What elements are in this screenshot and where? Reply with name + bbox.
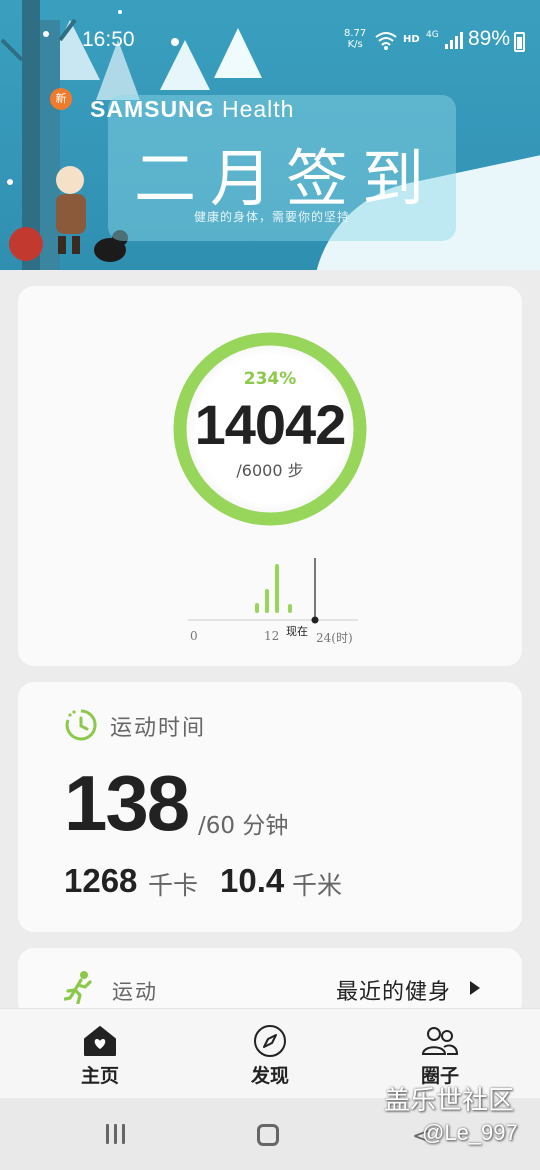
steps-card[interactable]: 234% 14042 /6000 步 0 12 24(时) 现在 [18, 286, 522, 666]
axis-label-end: 24(时) [316, 631, 353, 645]
hourly-bar [275, 564, 279, 613]
home-heart-icon [84, 1026, 116, 1056]
new-badge: 新 [50, 88, 72, 110]
axis-label-start: 0 [190, 629, 198, 643]
steps-goal: /6000 步 [236, 461, 304, 480]
steps-percent: 234% [243, 369, 297, 389]
brand-logo: SAMSUNG Health [90, 96, 295, 122]
calories-value: 1268 [64, 862, 138, 899]
hourly-bar [265, 589, 269, 613]
nav-item-home[interactable]: 主页 [10, 1009, 190, 1099]
recent-workouts-link[interactable]: 最近的健身 [336, 974, 451, 1006]
battery-icon [514, 32, 525, 52]
people-icon [421, 1027, 459, 1055]
hd-indicator: HD [403, 34, 420, 45]
net-speed: 8.77 K/s [344, 28, 367, 50]
battery-percent: 89% [468, 27, 511, 50]
status-time: 16:50 [82, 28, 135, 51]
banner-subtitle: 健康的身体，需要你的坚持 [194, 210, 351, 224]
calories-unit: 千卡 [148, 871, 199, 900]
hourly-bar [255, 603, 259, 613]
axis-label-mid: 12 [264, 629, 280, 643]
watermark-community: 盖乐世社区 [384, 1086, 515, 1116]
distance-value: 10.4 [220, 862, 285, 899]
home-button[interactable] [257, 1124, 279, 1146]
network-type: 4G [426, 30, 439, 40]
activity-minutes: 138 [64, 759, 190, 847]
nav-label-discover: 发现 [250, 1065, 289, 1087]
activity-title: 运动时间 [110, 716, 207, 741]
steps-count: 14042 [194, 393, 347, 456]
distance-unit: 千米 [292, 871, 343, 900]
exercise-title: 运动 [112, 980, 158, 1004]
signal-icon [445, 32, 463, 49]
activity-goal: /60 分钟 [198, 813, 289, 839]
status-bar: 16:50 8.77 K/s HD 4G 89% [0, 24, 540, 60]
wifi-icon [375, 32, 397, 50]
banner-title: 二月签到 [134, 142, 439, 215]
running-icon [64, 971, 92, 1004]
hourly-bar [288, 604, 292, 613]
hourly-steps-chart [188, 558, 358, 624]
nav-item-discover[interactable]: 发现 [180, 1009, 360, 1099]
timer-icon [65, 709, 97, 741]
watermark-user: @Le_997 [422, 1120, 518, 1145]
activity-time-card[interactable]: 运动时间 138 /60 分钟 1268 千卡 10.4 千米 [18, 682, 522, 932]
recent-apps-button[interactable] [106, 1124, 128, 1144]
promo-banner[interactable]: 新 SAMSUNG Health 二月签到 健康的身体，需要你的坚持 16:50… [0, 0, 540, 270]
now-label: 现在 [286, 625, 308, 638]
compass-icon [254, 1025, 286, 1057]
play-arrow-icon[interactable] [470, 981, 480, 995]
nav-label-home: 主页 [80, 1065, 119, 1087]
